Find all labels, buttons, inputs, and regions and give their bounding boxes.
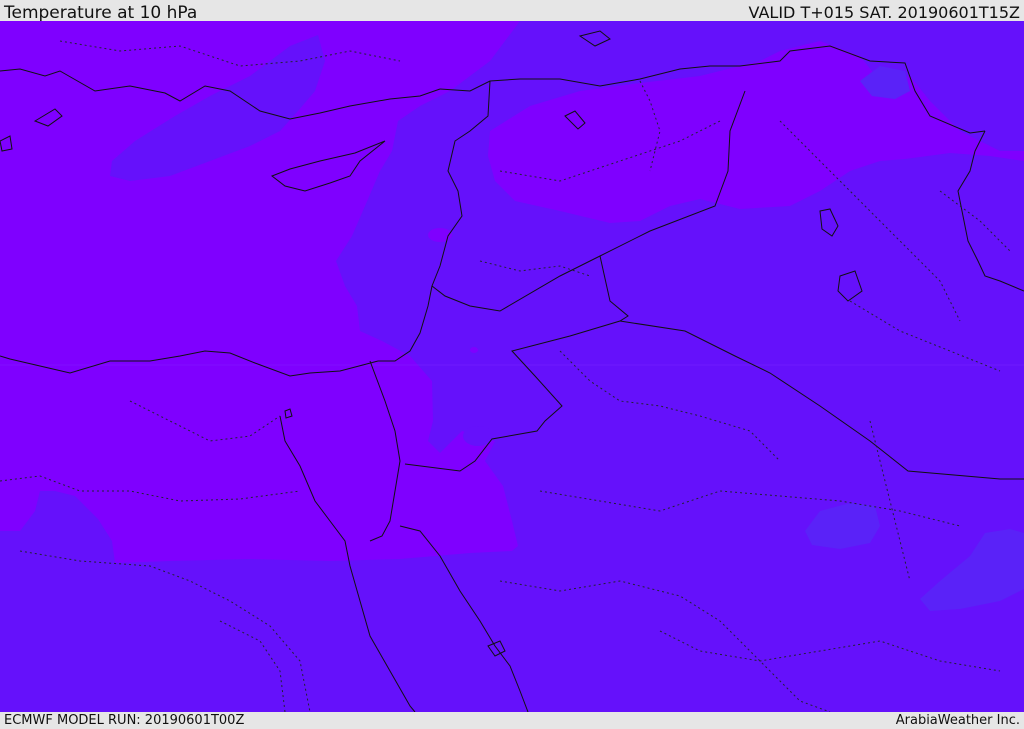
- valid-time: VALID T+015 SAT. 20190601T15Z: [748, 3, 1020, 22]
- credit: ArabiaWeather Inc.: [895, 713, 1020, 728]
- model-run: ECMWF MODEL RUN: 20190601T00Z: [4, 713, 245, 728]
- temperature-map[interactable]: [0, 21, 1024, 712]
- warm-spot-jordan: [470, 347, 478, 353]
- map-title: Temperature at 10 hPa: [4, 3, 198, 23]
- header-bar: Temperature at 10 hPa VALID T+015 SAT. 2…: [0, 0, 1024, 23]
- footer-bar: ECMWF MODEL RUN: 20190601T00Z ArabiaWeat…: [0, 712, 1024, 729]
